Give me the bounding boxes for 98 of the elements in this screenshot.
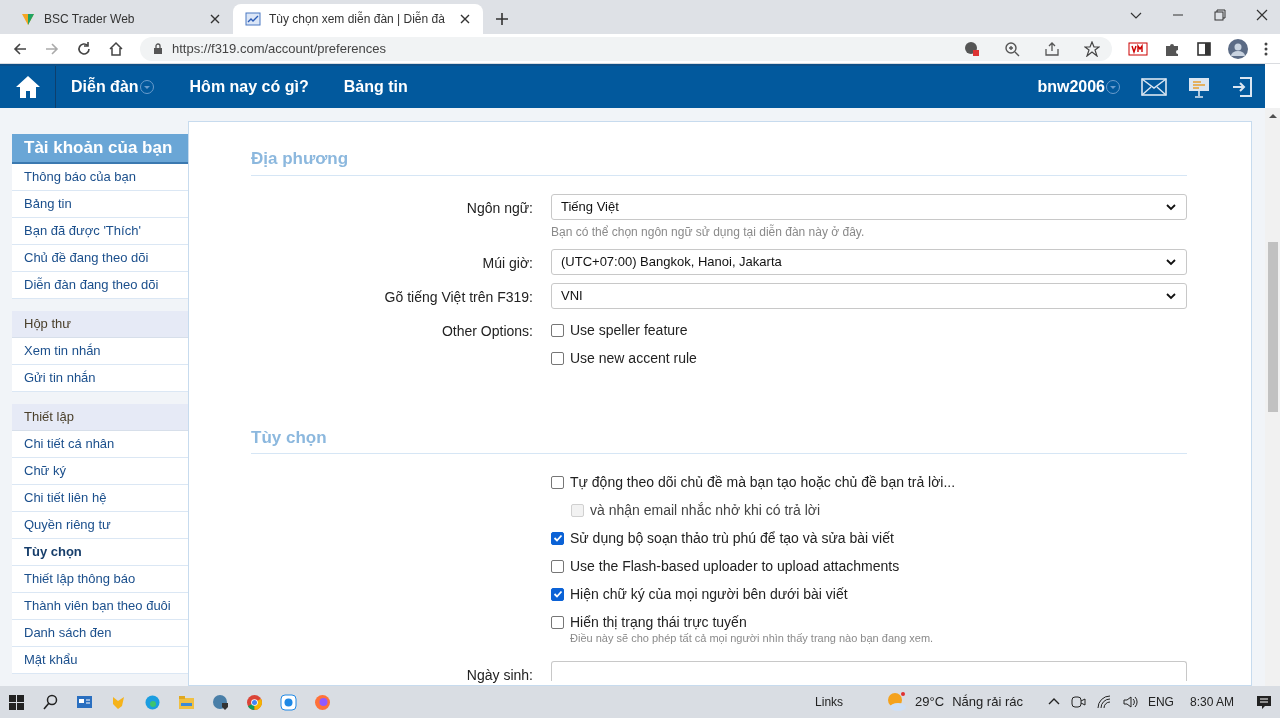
star-icon[interactable] bbox=[1084, 40, 1100, 57]
hint-text: Điều này sẽ cho phép tất cả mọi người nhìn thấy trang nào bạn đang xem. bbox=[570, 631, 935, 646]
partly-sunny-icon bbox=[885, 692, 908, 712]
sidebar-link[interactable]: Thiết lập thông báo bbox=[12, 566, 188, 593]
links-toolbar[interactable]: Links bbox=[815, 693, 844, 711]
camera-icon[interactable] bbox=[1069, 694, 1086, 710]
back-icon[interactable] bbox=[12, 40, 28, 57]
sidebar-link[interactable]: Tùy chọn bbox=[12, 539, 188, 566]
presentation-icon[interactable] bbox=[1187, 76, 1211, 98]
tab-title: Tùy chọn xem diễn đàn | Diễn đà bbox=[269, 10, 446, 28]
sidebar-link[interactable]: Chủ đề đang theo dõi bbox=[12, 245, 188, 272]
checkbox-label[interactable]: Use the Flash-based uploader to upload attachments bbox=[570, 555, 900, 577]
restore-icon[interactable] bbox=[1214, 9, 1226, 21]
checkbox[interactable] bbox=[551, 587, 564, 601]
field-label: Ngày sinh: bbox=[466, 665, 533, 685]
cookie-blocked-icon[interactable] bbox=[964, 40, 980, 57]
new-tab-icon[interactable] bbox=[495, 12, 509, 26]
close-icon[interactable] bbox=[459, 13, 471, 25]
tab-title: BSC Trader Web bbox=[44, 11, 136, 28]
nav-link[interactable]: Diễn đàn bbox=[71, 75, 139, 99]
checkbox-label[interactable]: Hiện chữ ký của mọi người bên dưới bài viết bbox=[570, 583, 848, 605]
close-icon[interactable] bbox=[1256, 9, 1268, 21]
checkbox[interactable] bbox=[551, 531, 564, 545]
sidebar-link[interactable]: Danh sách đen bbox=[12, 620, 188, 647]
checkbox-label[interactable]: Sử dụng bộ soạn thảo trù phú để tạo và sửa bài viết bbox=[570, 527, 894, 549]
checkbox-label[interactable]: Tự động theo dõi chủ đề mà bạn tạo hoặc chủ đề bạn trả lời... bbox=[570, 471, 956, 493]
avatar-icon[interactable] bbox=[1228, 38, 1248, 59]
nav-link[interactable]: Bảng tin bbox=[343, 75, 408, 99]
browser-tab[interactable]: Tùy chọn xem diễn đàn | Diễn đà bbox=[233, 4, 483, 34]
notification-icon[interactable] bbox=[1256, 694, 1272, 710]
sidebar-link[interactable]: Diễn đàn đang theo dõi bbox=[12, 272, 188, 299]
sidebar-link[interactable]: Chi tiết cá nhân bbox=[12, 431, 188, 458]
checkbox-label[interactable]: Hiển thị trạng thái trực tuyến bbox=[570, 611, 747, 633]
weather-text: Nắng rải rác bbox=[952, 693, 1023, 712]
scrollbar-thumb[interactable] bbox=[1267, 242, 1278, 412]
windows-icon[interactable] bbox=[8, 693, 25, 711]
close-icon[interactable] bbox=[209, 13, 221, 25]
chat-app-icon[interactable] bbox=[280, 693, 297, 711]
zoom-icon[interactable] bbox=[1004, 40, 1020, 57]
reload-icon[interactable] bbox=[76, 40, 92, 57]
url-text: https://f319.com/account/preferences bbox=[172, 39, 387, 58]
sidebar-heading: Tài khoản của bạn bbox=[12, 134, 188, 164]
scrollbar[interactable] bbox=[1265, 108, 1280, 686]
mail-icon[interactable] bbox=[1141, 78, 1167, 96]
search-icon[interactable] bbox=[42, 693, 59, 711]
select-field[interactable]: Tiếng Việt bbox=[551, 193, 1187, 220]
folder-icon[interactable] bbox=[178, 693, 195, 711]
sidebar-link[interactable]: Chữ ký bbox=[12, 458, 188, 485]
globe-shield-icon[interactable] bbox=[212, 693, 229, 711]
username-link[interactable]: bnw2006 bbox=[1037, 75, 1105, 99]
monitor-icon[interactable] bbox=[76, 693, 93, 711]
dropdown-icon[interactable] bbox=[1105, 79, 1121, 95]
nav-link[interactable]: Hôm nay có gì? bbox=[189, 75, 309, 99]
address-bar[interactable]: https://f319.com/account/preferences bbox=[140, 36, 1112, 61]
field-label: Gõ tiếng Việt trên F319: bbox=[384, 287, 533, 307]
logout-icon[interactable] bbox=[1231, 76, 1253, 98]
section-heading: Tùy chọn bbox=[251, 424, 1187, 454]
sidebar-link[interactable]: Quyền riêng tư bbox=[12, 512, 188, 539]
sidebar-link[interactable]: Chi tiết liên hệ bbox=[12, 485, 188, 512]
select-field[interactable]: (UTC+07:00) Bangkok, Hanoi, Jakarta bbox=[551, 248, 1187, 275]
chart-icon bbox=[245, 11, 261, 27]
more-icon[interactable] bbox=[1264, 40, 1268, 57]
side-panel-icon[interactable] bbox=[1196, 40, 1212, 57]
checkbox[interactable] bbox=[551, 615, 564, 629]
sidebar-group-title: Hộp thư bbox=[12, 311, 188, 338]
sidebar-link[interactable]: Xem tin nhắn bbox=[12, 338, 188, 365]
home-icon[interactable] bbox=[108, 40, 124, 57]
sidebar-link[interactable]: Bảng tin bbox=[12, 191, 188, 218]
field-label: Ngôn ngữ: bbox=[466, 198, 533, 218]
select-field[interactable]: VNI bbox=[551, 282, 1187, 309]
checkbox[interactable] bbox=[551, 352, 564, 365]
field-label: Other Options: bbox=[441, 321, 533, 341]
scroll-up-icon[interactable] bbox=[1268, 112, 1277, 120]
extension-badge-icon[interactable] bbox=[1128, 40, 1148, 57]
checkbox[interactable] bbox=[551, 559, 564, 573]
checkbox[interactable] bbox=[551, 475, 564, 489]
clock-text[interactable]: 8:30 AM bbox=[1189, 693, 1234, 711]
sidebar-link[interactable]: Bạn đã được 'Thích' bbox=[12, 218, 188, 245]
sidebar-link[interactable]: Mật khẩu bbox=[12, 647, 188, 674]
checkbox-label[interactable]: Use speller feature bbox=[570, 320, 688, 341]
section-heading: Địa phương bbox=[251, 146, 1187, 176]
sidebar-group-title: Thiết lập bbox=[12, 404, 188, 431]
checkbox[interactable] bbox=[551, 324, 564, 337]
sidebar-link[interactable]: Gửi tin nhắn bbox=[12, 365, 188, 392]
language-indicator[interactable]: ENG bbox=[1147, 693, 1174, 711]
sidebar-link[interactable]: Thành viên bạn theo đuôi bbox=[12, 593, 188, 620]
hint-text: Bạn có thể chọn ngôn ngữ sử dụng tại diễn đàn này ở đây. bbox=[551, 223, 866, 241]
lock-icon bbox=[152, 42, 164, 55]
temperature-text: 29°C bbox=[915, 693, 945, 712]
sidebar-link[interactable]: Thông báo của bạn bbox=[12, 164, 188, 191]
share-icon[interactable] bbox=[1044, 40, 1060, 57]
field-label: Múi giờ: bbox=[482, 253, 533, 273]
browser-tab[interactable]: BSC Trader Web bbox=[8, 4, 233, 34]
logo-icon bbox=[20, 11, 36, 27]
input-field[interactable] bbox=[551, 660, 1187, 681]
wifi-icon[interactable] bbox=[1095, 694, 1112, 710]
checkbox-label[interactable]: Use new accent rule bbox=[570, 348, 697, 369]
speaker-icon[interactable] bbox=[1121, 694, 1138, 710]
